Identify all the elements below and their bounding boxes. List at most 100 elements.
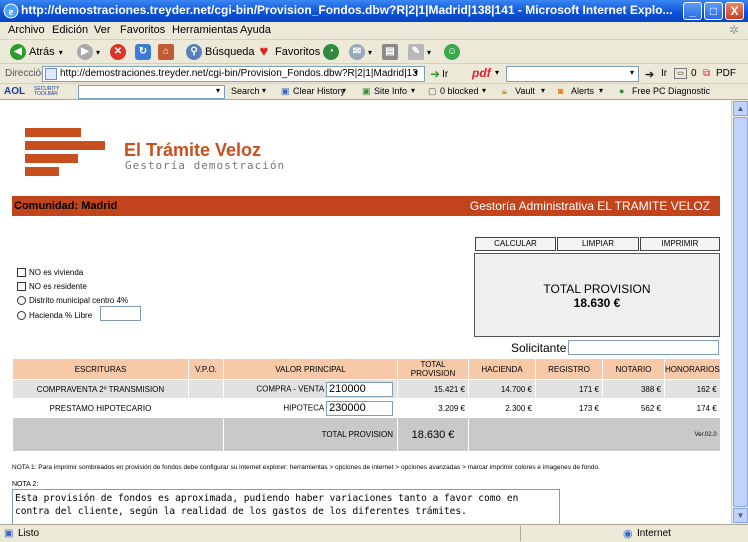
- pdf-logo[interactable]: pdf: [472, 66, 491, 80]
- search-button[interactable]: ⚲ Búsqueda: [186, 43, 255, 61]
- option-no-residente[interactable]: NO es residente: [17, 282, 87, 291]
- scroll-down-arrow-icon[interactable]: ▼: [733, 508, 748, 523]
- clear-history-button[interactable]: Clear History: [293, 86, 345, 96]
- hacienda-radio[interactable]: [17, 311, 26, 320]
- close-button[interactable]: X: [725, 2, 744, 20]
- dropdown-arrow-icon[interactable]: ▾: [96, 48, 100, 57]
- menu-ver[interactable]: Ver: [94, 24, 111, 36]
- aol-search-button[interactable]: Search: [231, 86, 260, 96]
- mail-button[interactable]: ✉ ▾: [349, 43, 372, 61]
- favorites-button[interactable]: ♥ Favoritos: [256, 43, 321, 61]
- pdf-go-label[interactable]: Ir: [661, 68, 667, 79]
- valor-input[interactable]: 210000: [326, 381, 393, 397]
- nota-2-textarea[interactable]: Esta provisión de fondos es aproximada, …: [12, 489, 560, 524]
- address-dropdown-icon[interactable]: ▾: [414, 68, 418, 77]
- notario-cell: 562 €: [602, 398, 665, 418]
- mail-icon: ✉: [349, 44, 365, 60]
- provision-table: ESCRITURAS V.P.O. VALOR PRINCIPAL TOTAL …: [12, 358, 721, 452]
- maximize-button[interactable]: □: [704, 2, 723, 20]
- pdf-search-input[interactable]: [506, 66, 639, 82]
- refresh-button[interactable]: ↻: [135, 43, 154, 61]
- pdf-count: 0: [691, 68, 697, 79]
- limpiar-button[interactable]: LIMPIAR: [557, 237, 639, 251]
- dropdown-arrow-icon[interactable]: ▾: [59, 48, 63, 57]
- dropdown-arrow-icon[interactable]: ▾: [368, 48, 372, 57]
- scroll-thumb[interactable]: [733, 117, 748, 507]
- window-title: http://demostraciones.treyder.net/cgi-bi…: [21, 3, 673, 17]
- window-toggle-icon[interactable]: ▭: [674, 68, 687, 79]
- total-provision-label: TOTAL PROVISION: [543, 282, 651, 296]
- pdf-go-icon[interactable]: ➔: [645, 68, 654, 81]
- menu-ayuda[interactable]: Ayuda: [240, 24, 271, 36]
- history-button[interactable]: ◔: [323, 43, 342, 61]
- vertical-scrollbar[interactable]: ▲ ▼: [731, 100, 748, 524]
- aol-dropdown-icon[interactable]: ▾: [216, 86, 220, 95]
- nota-2-label: NOTA 2:: [12, 481, 39, 488]
- minimize-button[interactable]: _: [683, 2, 702, 20]
- notario-cell: 388 €: [602, 379, 665, 399]
- vpo-cell: [188, 398, 224, 418]
- free-pc-diagnostic-button[interactable]: Free PC Diagnostic: [632, 86, 710, 96]
- stop-button[interactable]: ✕: [110, 43, 129, 61]
- valor-cell: COMPRA - VENTA 210000: [223, 379, 398, 399]
- dropdown-arrow-icon[interactable]: ▾: [427, 48, 431, 57]
- popup-blocker-button[interactable]: 0 blocked: [440, 86, 479, 96]
- comunidad-label: Comunidad: Madrid: [14, 200, 118, 212]
- messenger-button[interactable]: ☺: [444, 43, 463, 61]
- header-hacienda: HACIENDA: [468, 358, 536, 380]
- aol-search-dropdown-icon[interactable]: ▾: [262, 86, 266, 95]
- print-button[interactable]: ▤: [382, 43, 401, 61]
- pdf-button[interactable]: PDF: [716, 68, 736, 79]
- edit-icon: ✎: [408, 44, 424, 60]
- lock-icon: 🔒︎: [502, 86, 507, 96]
- edit-button[interactable]: ✎ ▾: [408, 43, 431, 61]
- window-titlebar: e http://demostraciones.treyder.net/cgi-…: [0, 0, 748, 22]
- alerts-dropdown-icon[interactable]: ▾: [599, 86, 603, 95]
- option-no-vivienda[interactable]: NO es vivienda: [17, 268, 83, 277]
- heart-icon: ♥: [259, 43, 269, 60]
- honorarios-cell: 162 €: [664, 379, 721, 399]
- menu-edicion[interactable]: Edición: [52, 24, 88, 36]
- menu-archivo[interactable]: Archivo: [8, 24, 45, 36]
- distrito-radio[interactable]: [17, 296, 26, 305]
- messenger-icon: ☺: [444, 44, 460, 60]
- aol-logo[interactable]: AOL: [4, 86, 25, 97]
- header-registro: REGISTRO: [535, 358, 603, 380]
- menu-herramientas[interactable]: Herramientas: [172, 24, 238, 36]
- alerts-button[interactable]: Alerts: [571, 86, 594, 96]
- pdf-dropdown-icon[interactable]: ▾: [495, 68, 499, 77]
- clear-history-dropdown-icon[interactable]: ▾: [342, 86, 346, 95]
- hacienda-percent-input[interactable]: [100, 306, 141, 321]
- home-button[interactable]: ⌂: [158, 43, 177, 61]
- site-info-dropdown-icon[interactable]: ▾: [411, 86, 415, 95]
- valor-input[interactable]: 230000: [326, 400, 393, 416]
- no-residente-checkbox[interactable]: [17, 282, 26, 291]
- total-provision-box: TOTAL PROVISION 18.630 €: [474, 253, 720, 337]
- forward-button[interactable]: ▶ ▾: [77, 43, 100, 61]
- vault-button[interactable]: Vault: [515, 86, 535, 96]
- go-button[interactable]: ➜ Ir: [430, 67, 448, 81]
- site-info-button[interactable]: Site Info: [374, 86, 407, 96]
- header-honorarios: HONORARIOS: [664, 358, 721, 380]
- version-label: Ver.02.0: [468, 417, 721, 452]
- honorarios-cell: 174 €: [664, 398, 721, 418]
- option-distrito[interactable]: Distrito municipal centro 4%: [17, 296, 128, 305]
- logo-title: El Trámite Veloz: [124, 140, 262, 160]
- footer-total-label: TOTAL PROVISION: [223, 417, 398, 452]
- pdf-search-dropdown-icon[interactable]: ▾: [630, 68, 634, 77]
- solicitante-input[interactable]: [568, 340, 719, 355]
- no-vivienda-checkbox[interactable]: [17, 268, 26, 277]
- back-button[interactable]: ◀ Atrás ▾: [10, 43, 63, 61]
- calcular-button[interactable]: CALCULAR: [475, 237, 556, 251]
- imprimir-button[interactable]: IMPRIMIR: [640, 237, 720, 251]
- site-info-icon: ▣: [362, 86, 371, 96]
- menu-favoritos[interactable]: Favoritos: [120, 24, 165, 36]
- aol-search-input[interactable]: [78, 85, 225, 99]
- escritura-cell: PRESTAMO HIPOTECARIO: [12, 398, 189, 418]
- popup-blocker-dropdown-icon[interactable]: ▾: [482, 86, 486, 95]
- address-input[interactable]: http://demostraciones.treyder.net/cgi-bi…: [42, 66, 425, 82]
- pdf-file-icon[interactable]: ⧉: [703, 68, 710, 79]
- option-hacienda[interactable]: Hacienda % Libre: [17, 311, 92, 320]
- vault-dropdown-icon[interactable]: ▾: [541, 86, 545, 95]
- scroll-up-arrow-icon[interactable]: ▲: [733, 101, 748, 116]
